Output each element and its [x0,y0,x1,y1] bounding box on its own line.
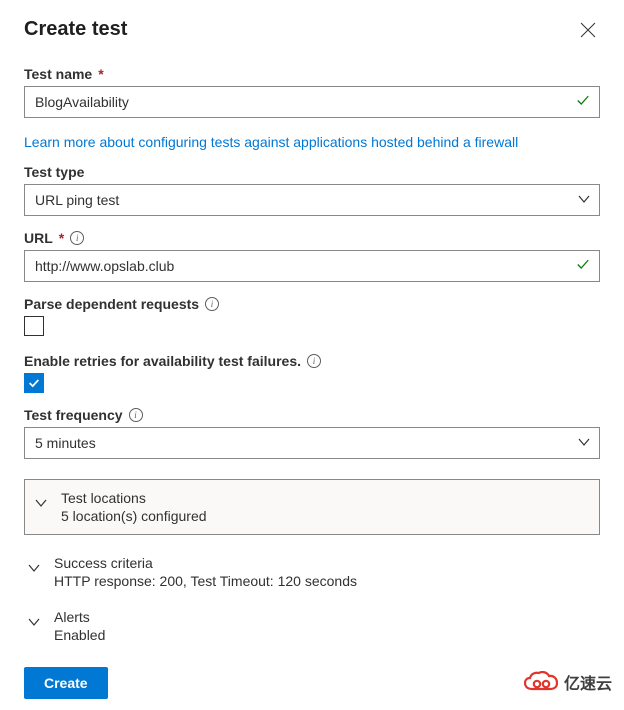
panel-header: Create test [24,18,600,42]
test-name-field: Test name * [24,66,600,118]
test-locations-section[interactable]: Test locations 5 location(s) configured [24,479,600,535]
watermark-logo: 亿速云 [524,670,612,694]
create-button[interactable]: Create [24,667,108,699]
section-title: Success criteria [54,555,357,571]
info-icon[interactable]: i [307,354,321,368]
test-type-select[interactable]: URL ping test [24,184,600,216]
close-button[interactable] [580,22,600,42]
section-title: Alerts [54,609,105,625]
section-subtitle: HTTP response: 200, Test Timeout: 120 se… [54,573,357,589]
close-icon [580,22,596,38]
test-type-field: Test type URL ping test [24,164,600,216]
expandable-sections: Test locations 5 location(s) configured … [24,479,600,653]
info-icon[interactable]: i [70,231,84,245]
enable-retries-field: Enable retries for availability test fai… [24,353,600,393]
url-input[interactable] [24,250,600,282]
help-link[interactable]: Learn more about configuring tests again… [24,134,518,150]
cloud-icon [524,671,558,693]
valid-check-icon [576,94,590,111]
chevron-down-icon [28,561,40,573]
success-criteria-section[interactable]: Success criteria HTTP response: 200, Tes… [24,545,600,599]
url-label: URL * i [24,230,600,246]
section-subtitle: Enabled [54,627,105,643]
info-icon[interactable]: i [205,297,219,311]
valid-check-icon [576,258,590,275]
parse-dependent-checkbox[interactable] [24,316,44,336]
test-frequency-select[interactable]: 5 minutes [24,427,600,459]
test-frequency-label: Test frequency i [24,407,600,423]
section-subtitle: 5 location(s) configured [61,508,207,524]
url-field: URL * i [24,230,600,282]
watermark-text: 亿速云 [564,670,612,694]
check-icon [27,376,41,390]
panel-title: Create test [24,18,127,41]
enable-retries-checkbox[interactable] [24,373,44,393]
chevron-down-icon [35,496,47,508]
required-asterisk: * [59,230,64,246]
required-asterisk: * [98,66,103,82]
chevron-down-icon [28,615,40,627]
alerts-section[interactable]: Alerts Enabled [24,599,600,653]
test-name-input[interactable] [24,86,600,118]
parse-dependent-label: Parse dependent requests i [24,296,600,312]
parse-dependent-field: Parse dependent requests i [24,296,600,339]
info-icon[interactable]: i [129,408,143,422]
test-name-label: Test name * [24,66,600,82]
test-type-label: Test type [24,164,600,180]
section-title: Test locations [61,490,207,506]
test-frequency-field: Test frequency i 5 minutes [24,407,600,459]
enable-retries-label: Enable retries for availability test fai… [24,353,600,369]
